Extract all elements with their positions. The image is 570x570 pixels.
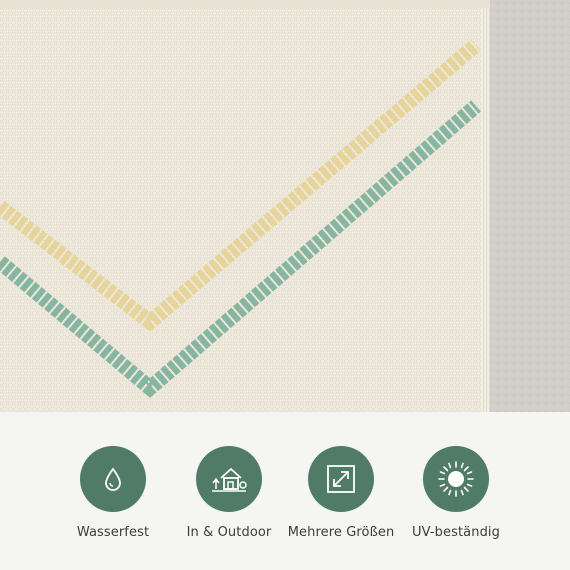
resize-arrows-icon [308,446,374,512]
feature-multiple-sizes: Mehrere Größen [281,446,401,540]
rug-edge-top [0,0,490,8]
rug-photo [0,0,570,412]
sun-icon [423,446,489,512]
water-drop-icon [80,446,146,512]
feature-label: Mehrere Größen [287,525,395,540]
feature-indoor-outdoor: In & Outdoor [169,446,289,540]
feature-label: UV-beständig [412,525,500,540]
feature-label: Wasserfest [76,525,150,540]
rug-fringe-right [481,0,490,412]
house-garden-icon [196,446,262,512]
feature-uv-resistant: UV-beständig [396,446,516,540]
feature-waterproof: Wasserfest [53,446,173,540]
rug-body [0,0,481,412]
features-bar: Wasserfest In & Outdoor Mehrere Größen U… [0,412,570,570]
feature-label: In & Outdoor [186,525,272,540]
